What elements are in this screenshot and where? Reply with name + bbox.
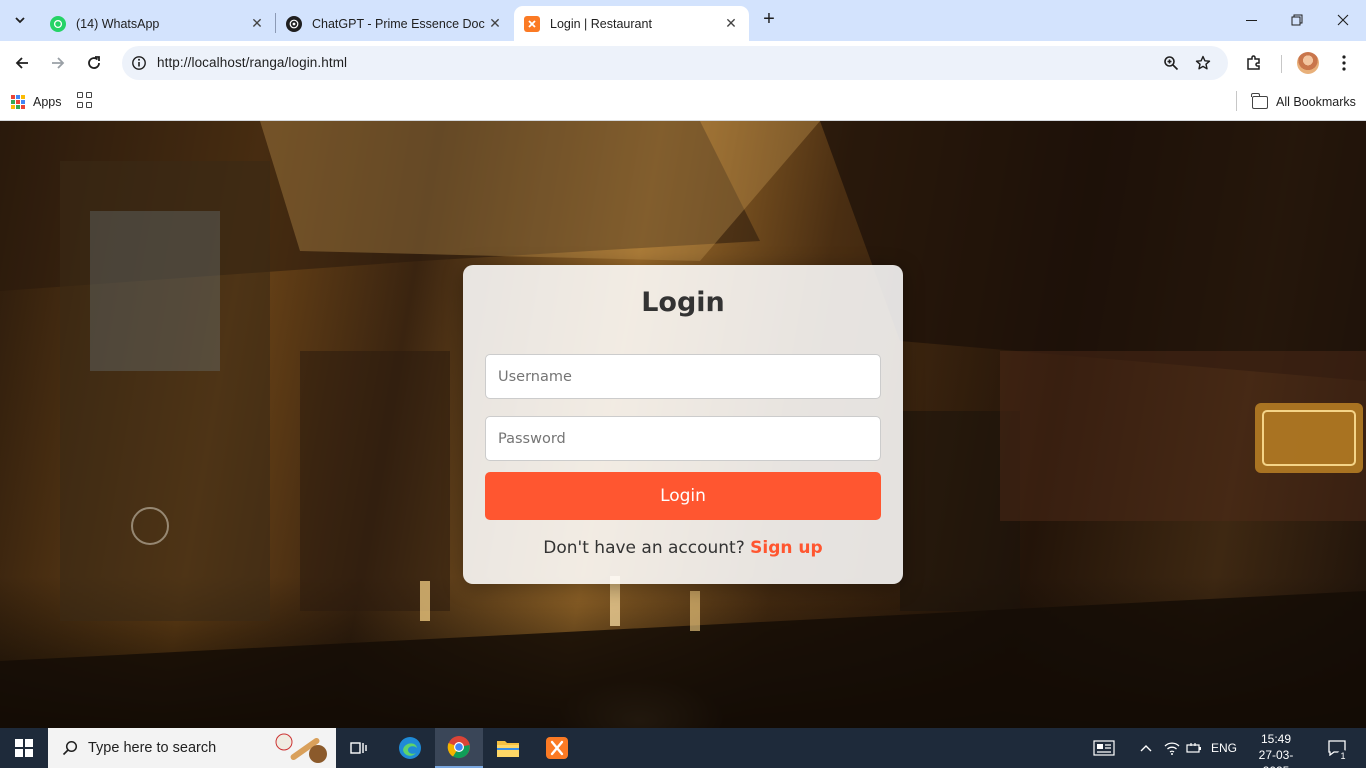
tab-title: ChatGPT - Prime Essence Doc: [312, 16, 485, 31]
folder-icon: [497, 741, 519, 757]
close-window-button[interactable]: [1320, 0, 1366, 40]
action-center-button[interactable]: 1: [1320, 728, 1354, 768]
search-highlight-image: [275, 733, 327, 763]
url-text[interactable]: http://localhost/ranga/login.html: [157, 55, 347, 70]
task-view-icon: [350, 742, 367, 754]
news-icon: [1093, 740, 1115, 756]
tab-groups-icon[interactable]: [77, 92, 93, 108]
reload-icon: [88, 56, 100, 69]
login-card: Login Login Don't have an account? Sign …: [463, 265, 903, 584]
back-button[interactable]: [8, 49, 36, 77]
xampp-icon: [546, 737, 568, 759]
folder-icon: [1251, 92, 1268, 109]
chatgpt-icon: [286, 15, 302, 32]
taskbar-search-placeholder: Type here to search: [88, 740, 217, 756]
bookmarks-bar: Apps All Bookmarks: [0, 85, 1366, 121]
bookmark-apps[interactable]: Apps: [11, 92, 62, 112]
tab-title: Login | Restaurant: [550, 16, 652, 31]
signup-prompt-text: Don't have an account?: [543, 538, 745, 558]
password-input[interactable]: [485, 416, 881, 461]
tray-news-widget[interactable]: [1088, 728, 1120, 768]
minimize-button[interactable]: [1228, 0, 1274, 40]
profile-avatar[interactable]: [1297, 52, 1319, 74]
close-icon[interactable]: ✕: [487, 15, 503, 32]
tray-language[interactable]: ENG: [1208, 728, 1240, 768]
windows-taskbar: Type here to search ENG 15:49 27-03-2025…: [0, 728, 1366, 768]
forward-button[interactable]: [44, 49, 72, 77]
restore-icon: [1291, 14, 1303, 26]
tab-search-button[interactable]: [8, 8, 32, 32]
edge-icon: [399, 737, 421, 759]
chrome-icon: [447, 736, 470, 759]
xampp-icon: [524, 15, 540, 32]
extensions-button[interactable]: [1240, 49, 1268, 77]
start-button[interactable]: [0, 728, 48, 768]
power-plug-icon: [1186, 743, 1201, 753]
all-bookmarks-label: All Bookmarks: [1276, 95, 1356, 109]
all-bookmarks-button[interactable]: All Bookmarks: [1251, 92, 1356, 112]
close-icon[interactable]: ✕: [249, 15, 265, 32]
signup-prompt: Don't have an account? Sign up: [463, 538, 903, 558]
chevron-up-icon: [1140, 745, 1152, 752]
tray-network-button[interactable]: [1162, 728, 1182, 768]
browser-menu-button[interactable]: [1330, 49, 1358, 77]
wifi-icon: [1164, 742, 1180, 755]
more-vertical-icon: [1342, 55, 1346, 71]
new-tab-button[interactable]: +: [758, 9, 780, 31]
taskbar-chrome[interactable]: [435, 728, 483, 768]
notification-badge: 1: [1337, 750, 1349, 762]
chevron-down-icon: [15, 17, 25, 24]
taskbar-clock[interactable]: 15:49 27-03-2025: [1246, 731, 1306, 768]
username-input[interactable]: [485, 354, 881, 399]
close-icon[interactable]: ✕: [723, 15, 739, 32]
puzzle-icon: [1247, 55, 1260, 70]
windows-logo-icon: [15, 739, 33, 757]
task-view-button[interactable]: [336, 728, 384, 768]
restaurant-background: Login Login Don't have an account? Sign …: [0, 121, 1366, 728]
clock-time: 15:49: [1260, 732, 1292, 746]
zoom-icon[interactable]: [1161, 53, 1181, 73]
reload-button[interactable]: [80, 49, 108, 77]
search-icon: [62, 740, 78, 756]
taskbar-search-box[interactable]: Type here to search: [48, 728, 336, 768]
restore-button[interactable]: [1274, 0, 1320, 40]
browser-toolbar: http://localhost/ranga/login.html: [0, 41, 1366, 85]
address-bar[interactable]: http://localhost/ranga/login.html: [122, 46, 1228, 80]
whatsapp-icon: [50, 15, 66, 32]
taskbar-xampp[interactable]: [533, 728, 581, 768]
taskbar-edge[interactable]: [386, 728, 434, 768]
tab-login-restaurant[interactable]: Login | Restaurant ✕: [514, 6, 749, 41]
arrow-left-icon: [15, 57, 28, 69]
close-icon: [1337, 14, 1349, 26]
apps-label: Apps: [33, 95, 62, 109]
clock-date: 27-03-2025: [1258, 748, 1294, 768]
bookmarks-divider: [1236, 91, 1237, 111]
site-info-icon[interactable]: [129, 53, 149, 73]
browser-tab-strip: (14) WhatsApp ✕ ChatGPT - Prime Essence …: [0, 0, 1366, 41]
tray-overflow-button[interactable]: [1136, 728, 1156, 768]
minimize-icon: [1245, 19, 1257, 21]
bookmark-star-icon[interactable]: [1193, 53, 1213, 73]
taskbar-file-explorer[interactable]: [484, 728, 532, 768]
login-button[interactable]: Login: [485, 472, 881, 520]
toolbar-divider: [1281, 55, 1282, 73]
login-title: Login: [641, 287, 725, 318]
arrow-right-icon: [52, 57, 65, 69]
tab-chatgpt[interactable]: ChatGPT - Prime Essence Doc ✕: [276, 6, 513, 41]
apps-grid-icon: [11, 95, 25, 109]
signup-link[interactable]: Sign up: [750, 538, 823, 558]
tab-whatsapp[interactable]: (14) WhatsApp ✕: [40, 6, 275, 41]
tab-title: (14) WhatsApp: [76, 16, 160, 31]
tray-battery-button[interactable]: [1184, 728, 1204, 768]
